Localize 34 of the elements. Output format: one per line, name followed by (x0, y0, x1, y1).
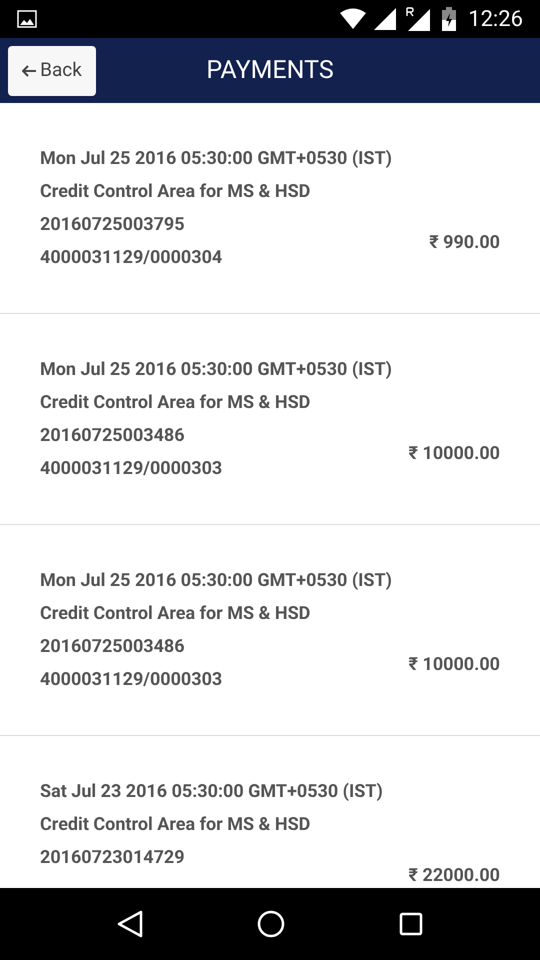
reference-number: 20160725003486 (40, 424, 186, 447)
back-triangle-icon[interactable] (117, 910, 143, 938)
back-button[interactable]: Back (8, 46, 96, 96)
payment-card[interactable]: Mon Jul 25 2016 05:30:00 GMT+0530 (IST) Credit Control Area for MS & HSD 20160725003795 4000031129/0000304 ₹ 990.00 (0, 103, 540, 314)
payment-card[interactable]: Mon Jul 25 2016 05:30:00 GMT+0530 (IST) Credit Control Area for MS & HSD 20160725003486 4000031129/0000303 ₹ 10000.00 (0, 314, 540, 525)
credit-control-area: Credit Control Area for MS & HSD (40, 391, 392, 414)
document-number: 4000031129/0000303 (40, 668, 224, 691)
payment-amount: ₹ 10000.00 (408, 654, 500, 675)
payment-amount: ₹ 990.00 (429, 232, 500, 253)
screen-title: PAYMENTS (206, 54, 334, 87)
document-number: 4000031129/0000304 (40, 246, 224, 269)
recents-square-icon[interactable] (399, 912, 423, 936)
clock-time: 12:26 (468, 6, 523, 34)
left-arrow-icon (22, 64, 36, 76)
payment-amount: ₹ 10000.00 (408, 443, 500, 464)
payment-date: Mon Jul 25 2016 05:30:00 GMT+0530 (IST) (40, 569, 392, 592)
payment-card[interactable]: Mon Jul 25 2016 05:30:00 GMT+0530 (IST) Credit Control Area for MS & HSD 20160725003486 4000031129/0000303 ₹ 10000.00 (0, 525, 540, 736)
roaming-signal-icon (406, 7, 430, 31)
payment-date: Mon Jul 25 2016 05:30:00 GMT+0530 (IST) (40, 147, 392, 170)
payment-date: Mon Jul 25 2016 05:30:00 GMT+0530 (IST) (40, 358, 392, 381)
reference-number: 20160725003486 (40, 635, 186, 658)
credit-control-area: Credit Control Area for MS & HSD (40, 813, 383, 836)
image-icon (17, 10, 37, 28)
reference-number: 20160725003795 (40, 213, 186, 236)
signal-icon (374, 8, 396, 30)
document-number: 4000031129/0000303 (40, 457, 224, 480)
battery-charging-icon (442, 7, 456, 31)
credit-control-area: Credit Control Area for MS & HSD (40, 602, 392, 625)
wifi-icon (340, 8, 366, 30)
payment-date: Sat Jul 23 2016 05:30:00 GMT+0530 (IST) (40, 780, 383, 803)
credit-control-area: Credit Control Area for MS & HSD (40, 180, 392, 203)
payment-amount: ₹ 22000.00 (408, 865, 500, 886)
home-circle-icon[interactable] (257, 910, 285, 938)
reference-number: 20160723014729 (40, 846, 186, 869)
